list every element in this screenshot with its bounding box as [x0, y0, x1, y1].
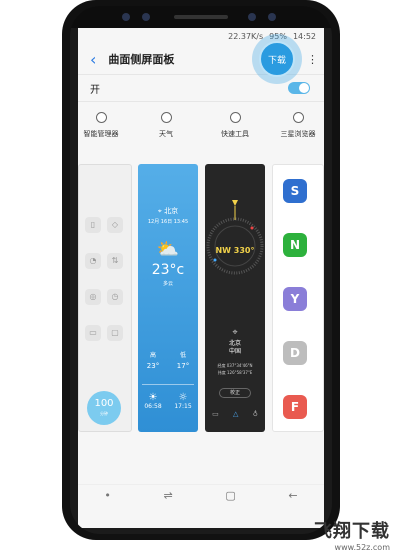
weather-date: 12月 16日 13:45	[147, 219, 189, 225]
location-pin-icon: ⌖	[232, 328, 238, 338]
location-city: 北京	[228, 340, 241, 347]
panel-option-samsung-browser[interactable]: 三星浏览器	[263, 110, 324, 139]
back-icon[interactable]: ←	[288, 489, 297, 502]
location-name: 北京 中国	[205, 340, 265, 356]
dot-icon: •	[104, 489, 111, 502]
screen-icon: ▭	[85, 325, 101, 341]
chevron-left-icon[interactable]: ‹	[90, 50, 96, 69]
lock-icon: ▢	[107, 325, 123, 341]
browser-panel-preview[interactable]: S N Y D F	[272, 164, 324, 432]
toggle-switch[interactable]	[288, 82, 310, 94]
high-temp: 23°	[146, 362, 160, 370]
weather-panel-preview[interactable]: ⌖ 北京 12月 16日 13:45 ⛅ 23°c 多云 高 低 23° 17°	[138, 164, 198, 432]
low-temp: 17°	[176, 362, 190, 370]
weather-hilo-labels: 高 低	[138, 350, 198, 359]
sensor-bar	[70, 6, 332, 28]
phone-body: 22.37K/s 95% 14:52 ‹ 曲面侧屏面板 下载 ⋮ 开 智能管理器…	[70, 6, 332, 534]
phone-frame: 22.37K/s 95% 14:52 ‹ 曲面侧屏面板 下载 ⋮ 开 智能管理器…	[62, 0, 340, 540]
radio-button[interactable]	[229, 112, 241, 123]
ruler-icon[interactable]: ▭	[212, 410, 219, 418]
compass-heading: NW 330°	[215, 246, 255, 255]
location-coordinates: 经度 037°34'46"N 纬度 126°58'37"E	[205, 362, 265, 376]
proximity-sensor-icon	[142, 13, 150, 21]
partly-cloudy-icon: ⛅	[156, 239, 180, 260]
radio-button[interactable]	[160, 112, 172, 123]
earpiece-speaker	[174, 15, 228, 19]
browser-shortcut-s: S	[283, 179, 307, 203]
battery-icon: ▯	[85, 217, 101, 233]
screen: 22.37K/s 95% 14:52 ‹ 曲面侧屏面板 下载 ⋮ 开 智能管理器…	[78, 28, 324, 528]
watermark-title: 飞翔下载	[314, 521, 390, 542]
clock: 14:52	[292, 31, 316, 41]
recent-apps-icon[interactable]: ⇌	[163, 489, 172, 502]
flashlight-icon[interactable]: ♁	[253, 410, 258, 418]
browser-shortcut-f: F	[283, 395, 307, 419]
weather-temperature: 23°c	[151, 262, 185, 278]
weather-condition: 多云	[162, 281, 173, 287]
location-country: 中国	[228, 348, 241, 355]
network-speed: 22.37K/s	[228, 31, 264, 41]
browser-shortcut-y: Y	[283, 287, 307, 311]
latitude: 经度 037°34'46"N	[217, 363, 253, 368]
watermark-logo: 飞翔下载 www.52z.com	[314, 517, 390, 552]
sunset: ☼ 17:15	[174, 392, 191, 410]
switch-knob	[299, 83, 309, 93]
more-vertical-icon[interactable]: ⋮	[307, 53, 318, 66]
score-unit: 分钟	[100, 411, 108, 416]
front-camera-icon	[248, 13, 256, 21]
weather-hilo-values: 23° 17°	[138, 362, 198, 370]
longitude: 纬度 126°58'37"E	[217, 370, 253, 375]
watermark-url: www.52z.com	[334, 543, 390, 552]
panel-option-label: 天气	[159, 130, 173, 138]
sunrise-time: 06:58	[144, 403, 162, 410]
divider	[142, 384, 194, 385]
download-button[interactable]: 下载	[259, 41, 295, 77]
panel-option-weather[interactable]: 天气	[131, 110, 201, 139]
high-label: 高	[149, 352, 156, 359]
optimize-score: 100 分钟	[87, 391, 121, 425]
sunset-icon: ☼	[178, 392, 188, 403]
low-label: 低	[179, 352, 186, 359]
sunrise: ☀ 06:58	[144, 392, 161, 410]
weather-city-name: 北京	[164, 207, 179, 215]
sun-times: ☀ 06:58 ☼ 17:15	[138, 392, 198, 410]
memory-icon: ◎	[85, 289, 101, 305]
iris-camera-icon	[268, 13, 276, 21]
compass-dial	[206, 200, 264, 275]
panel-option-label: 快速工具	[221, 130, 249, 138]
navigation-bar: • ⇌ ▢ ←	[78, 484, 324, 506]
page: 22.37K/s 95% 14:52 ‹ 曲面侧屏面板 下载 ⋮ 开 智能管理器…	[0, 0, 400, 560]
radio-button[interactable]	[292, 112, 304, 123]
score-value: 100	[94, 398, 114, 409]
radio-button[interactable]	[95, 112, 107, 123]
tools-tab-bar: ▭ △ ♁	[205, 410, 265, 418]
toggle-label: 开	[90, 84, 100, 96]
calibrate-button[interactable]: 校正	[219, 388, 251, 398]
panel-option-quick-tools[interactable]: 快速工具	[200, 110, 270, 139]
compass-icon[interactable]: △	[233, 410, 238, 418]
quick-tools-panel-preview[interactable]: NW 330° ⌖ 北京 中国 经度 037°34'46"N 纬度 126°58…	[205, 164, 265, 432]
panel-option-label: 智能管理器	[83, 130, 119, 138]
smart-manager-panel-preview[interactable]: ▯ ◇ ◔ ⇅ ◎ ◷ ▭ ▢ 100 分钟	[78, 164, 132, 432]
browser-shortcut-d: D	[283, 341, 307, 365]
panel-radio-group: 智能管理器 天气 快速工具 三星浏览器	[78, 110, 324, 154]
clock-icon: ◷	[107, 289, 123, 305]
page-title: 曲面侧屏面板	[108, 53, 175, 66]
panel-option-label: 三星浏览器	[280, 130, 316, 138]
sunrise-icon: ☀	[148, 392, 158, 403]
transfer-icon: ⇅	[107, 253, 123, 269]
browser-shortcut-n: N	[283, 233, 307, 257]
weather-city: ⌖ 北京	[157, 207, 179, 215]
panel-option-smart-manager[interactable]: 智能管理器	[78, 110, 136, 139]
storage-icon: ◔	[85, 253, 101, 269]
download-button-highlight: 下载	[252, 34, 302, 84]
shield-icon: ◇	[107, 217, 123, 233]
app-bar: ‹ 曲面侧屏面板 下载 ⋮	[78, 34, 324, 84]
sunset-time: 17:15	[174, 403, 192, 410]
panel-previews: ▯ ◇ ◔ ⇅ ◎ ◷ ▭ ▢ 100 分钟 ⌖ 北京 12月 16日 13:4…	[78, 164, 324, 432]
iris-sensor-icon	[122, 13, 130, 21]
home-icon[interactable]: ▢	[225, 489, 235, 502]
